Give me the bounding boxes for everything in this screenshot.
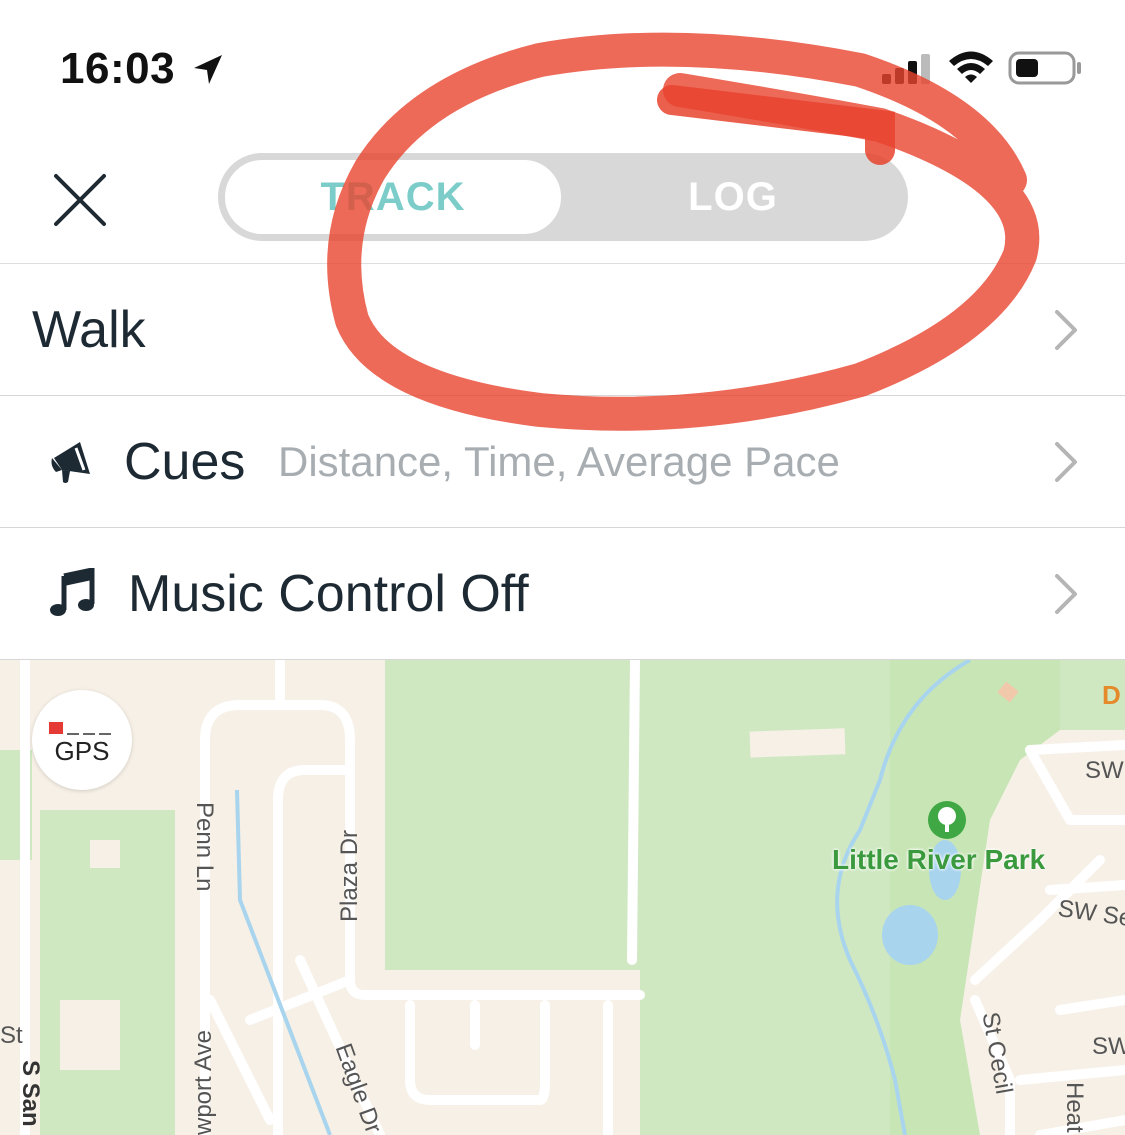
street-label-heat: Heat: [1061, 1082, 1088, 1133]
street-label-st: St: [0, 1022, 23, 1049]
gps-signal-bars-icon: [49, 722, 111, 735]
street-label-penn: Penn Ln: [191, 802, 218, 892]
cellular-signal-icon: [882, 54, 930, 84]
tab-log[interactable]: LOG: [563, 158, 903, 236]
park-name-label: Little River Park: [832, 844, 1046, 875]
megaphone-icon: [51, 442, 90, 483]
close-icon[interactable]: [50, 170, 110, 230]
chevron-right-icon: [1055, 442, 1077, 482]
street-label-sw-1: SW: [1085, 757, 1124, 784]
track-log-segmented-control: TRACK LOG: [218, 153, 908, 241]
wifi-icon: [949, 51, 993, 83]
street-label-s-san: S San: [17, 1060, 44, 1127]
battery-icon: [1008, 51, 1081, 85]
chevron-right-icon: [1055, 574, 1077, 614]
status-bar: 16:03: [0, 0, 1125, 130]
location-arrow-icon: [194, 55, 222, 84]
gps-status-button[interactable]: GPS: [32, 690, 132, 790]
top-bar: TRACK LOG: [0, 130, 1125, 264]
gps-label: GPS: [54, 736, 110, 766]
activity-type-row[interactable]: Walk: [0, 264, 1125, 396]
park-tree-icon: [928, 801, 966, 839]
street-label-plaza: Plaza Dr: [336, 829, 363, 922]
activity-type-label: Walk: [32, 301, 146, 359]
street-label-sw-3: SW: [1092, 1033, 1125, 1060]
chevron-right-icon: [1055, 310, 1077, 350]
music-note-icon: [50, 568, 95, 616]
tab-track[interactable]: TRACK: [223, 158, 563, 236]
cues-label: Cues: [124, 433, 246, 491]
poi-label-d: D: [1102, 680, 1121, 710]
map-canvas: [0, 660, 1125, 1135]
music-control-label: Music Control Off: [128, 565, 529, 623]
cues-value: Distance, Time, Average Pace: [278, 438, 840, 485]
status-time: 16:03: [60, 44, 176, 93]
map-view[interactable]: GPS Little River Park Penn Ln Plaza Dr E…: [0, 660, 1125, 1135]
street-label-newport: wport Ave: [190, 1030, 217, 1135]
cues-row[interactable]: Cues Distance, Time, Average Pace: [0, 396, 1125, 528]
music-control-row[interactable]: Music Control Off: [0, 528, 1125, 660]
